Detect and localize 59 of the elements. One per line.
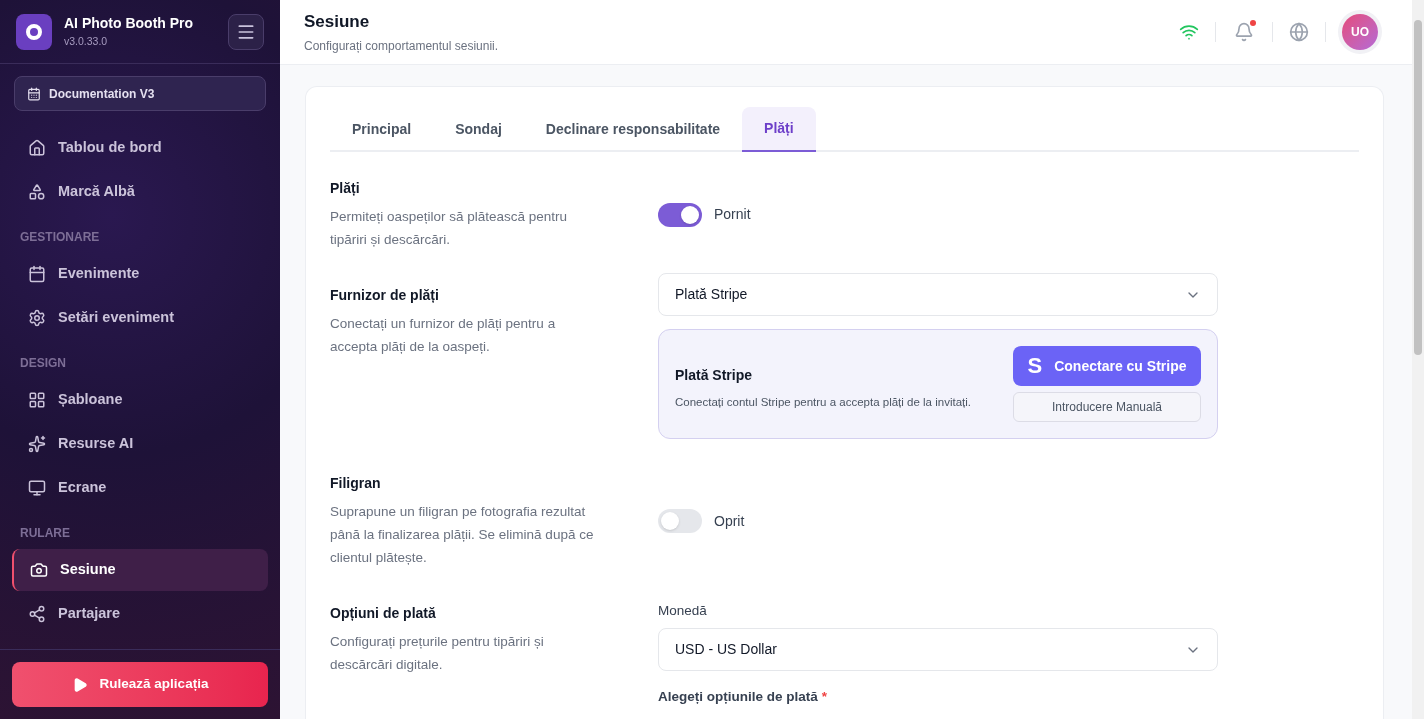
calendar-icon <box>28 265 46 283</box>
nav-section-heading: GESTIONARE <box>19 229 101 246</box>
toggle-label: Oprit <box>714 511 745 531</box>
field-label: Alegeți opțiunile de plată <box>658 688 818 707</box>
field-label: Monedă <box>658 602 708 620</box>
monitor-icon <box>28 479 46 497</box>
required-mark: * <box>821 688 828 707</box>
select-field[interactable]: Plată Stripe <box>658 273 1218 316</box>
nav-item[interactable]: Sesiune <box>12 549 268 591</box>
house-icon <box>28 139 46 157</box>
setting-description: Configurați prețurile pentru tipăriri și descărcări digitale. <box>330 633 545 674</box>
setting-title: Opțiuni de plată <box>330 604 437 623</box>
nav-item[interactable]: Șabloane <box>12 379 268 421</box>
connect-stripe-button[interactable]: S Conectare cu Stripe <box>1013 346 1201 386</box>
toggle-label: Pornit <box>714 205 751 224</box>
nav-section-heading: DESIGN <box>19 355 67 372</box>
currency-select[interactable]: USD - US Dollar <box>658 628 1218 672</box>
calendar-icon <box>27 86 41 101</box>
run-app-button[interactable]: Rulează aplicația <box>12 662 268 707</box>
nav-item[interactable]: Marcă Albă <box>12 171 268 213</box>
scrollbar[interactable] <box>1412 0 1424 719</box>
grid-icon <box>28 391 46 409</box>
tab[interactable]: Declinare responsabilitate <box>523 107 743 152</box>
setting-title: Plăți <box>330 179 361 198</box>
panel-text: Conectați contul Stripe pentru a accepta plăți de la invitați. <box>675 394 971 410</box>
app-logo-icon <box>16 13 52 50</box>
language-icon[interactable] <box>1289 22 1309 42</box>
nav-item[interactable]: Setări eveniment <box>12 297 268 339</box>
tab[interactable]: Plăți <box>742 107 816 152</box>
sparkles-icon <box>28 435 46 453</box>
tab[interactable]: Sondaj <box>433 107 524 152</box>
setting-description: Permiteți oaspeților să plătească pentru tipăriri și descărcări. <box>330 208 569 249</box>
setting-description: Suprapune un filigran pe fotografia rezultat până la finalizarea plății. Se elimină după ce clientul plătește. <box>330 503 595 567</box>
app-version: v3.0.33.0 <box>64 34 109 50</box>
setting-title: Furnizor de plăți <box>330 286 440 305</box>
toggle-switch[interactable] <box>658 509 702 533</box>
share-icon <box>28 605 46 623</box>
camera-icon <box>30 561 48 579</box>
nav-item[interactable]: Resurse AI <box>12 423 268 465</box>
event-selector[interactable]: Documentation V3 <box>14 76 266 111</box>
app-name: AI Photo Booth Pro <box>64 14 195 34</box>
nav-item[interactable]: Partajare <box>12 593 268 635</box>
panel-title: Plată Stripe <box>675 365 754 385</box>
nav-item[interactable]: Evenimente <box>12 253 268 295</box>
gear-icon <box>28 309 46 327</box>
tab[interactable]: Principal <box>330 107 434 152</box>
manual-entry-button[interactable]: Introducere Manuală <box>1013 392 1201 422</box>
nav-item[interactable]: Ecrane <box>12 467 268 509</box>
user-avatar[interactable]: UO <box>1342 14 1378 50</box>
setting-title: Filigran <box>330 474 382 493</box>
toggle-switch[interactable] <box>658 202 702 227</box>
page-subtitle: Configurați comportamentul sesiunii. <box>304 37 500 55</box>
wifi-icon[interactable] <box>1179 22 1199 42</box>
setting-description: Conectați un furnizor de plăți pentru a accepta plăți de la oaspeți. <box>330 315 557 356</box>
nav-item[interactable]: Tablou de bord <box>12 127 268 169</box>
stripe-logo-icon: S <box>1027 355 1043 377</box>
nav-section-heading: RULARE <box>19 525 71 542</box>
page-title: Sesiune <box>304 11 371 34</box>
menu-button[interactable] <box>228 13 264 50</box>
